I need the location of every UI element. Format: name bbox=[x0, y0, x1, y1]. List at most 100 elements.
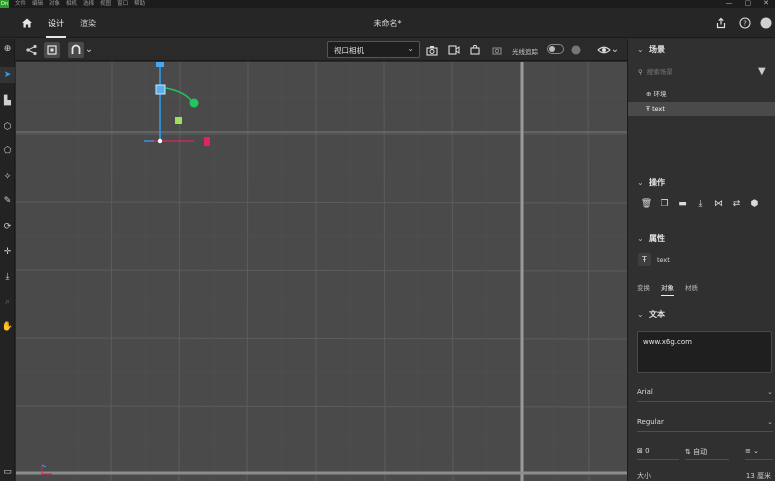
chevron-down-icon: ⌄ bbox=[637, 234, 644, 243]
close-icon[interactable]: ✕ bbox=[763, 0, 769, 7]
scene-search-input[interactable]: ⚲ 搜索场景 bbox=[638, 66, 748, 78]
camera-move-icon[interactable] bbox=[467, 42, 483, 58]
menu-select[interactable]: 选择 bbox=[83, 0, 94, 8]
tab-object[interactable]: 对象 bbox=[661, 282, 674, 296]
font-family-select[interactable]: Arial ⌄ bbox=[637, 388, 773, 402]
viewport-canvas[interactable] bbox=[16, 62, 627, 481]
maximize-icon[interactable]: ▢ bbox=[745, 0, 752, 7]
globe-icon: ⊕ bbox=[646, 90, 652, 98]
scene-item-environment[interactable]: ⊕ 环境 bbox=[628, 87, 775, 101]
gizmo-rotate-handle[interactable] bbox=[189, 98, 199, 108]
size-value[interactable]: 13 厘米 bbox=[746, 471, 771, 481]
chart-tool-icon[interactable]: ▙ bbox=[0, 93, 15, 109]
rotate-tool-icon[interactable]: ⟳ bbox=[0, 219, 15, 235]
camera-view-icon[interactable] bbox=[446, 42, 462, 58]
render-preview-icon[interactable] bbox=[568, 42, 584, 58]
text-section-header[interactable]: ⌄ 文本 bbox=[637, 309, 665, 320]
raytrace-label: 光线追踪 bbox=[512, 48, 538, 56]
panel-toggle-icon[interactable]: ▭ bbox=[0, 464, 15, 480]
menu-file[interactable]: 文件 bbox=[15, 0, 26, 8]
add-icon[interactable]: ⊕ bbox=[0, 41, 15, 57]
selected-object: Ŧ text bbox=[638, 253, 670, 266]
menu-bar: Dn 文件 编辑 对象 相机 选择 视图 窗口 帮助 — ▢ ✕ bbox=[0, 0, 775, 8]
frame-select-icon[interactable] bbox=[44, 42, 60, 58]
tab-transform[interactable]: 变换 bbox=[637, 282, 650, 296]
tracking-icon: ⊠ bbox=[637, 447, 643, 455]
scene-item-text[interactable]: Ŧ text bbox=[628, 102, 775, 116]
3d-viewport[interactable] bbox=[16, 62, 627, 481]
select-tool-icon[interactable]: ➤ bbox=[0, 67, 15, 83]
tab-material[interactable]: 材质 bbox=[685, 282, 698, 296]
move-tool-icon[interactable]: ✛ bbox=[0, 244, 15, 260]
operations-section-header[interactable]: ⌄ 操作 bbox=[637, 177, 665, 188]
gizmo-origin[interactable] bbox=[157, 138, 163, 144]
transform-gizmo[interactable] bbox=[144, 62, 210, 146]
minor-grid bbox=[16, 62, 627, 481]
zoom-tool-icon[interactable]: ⌕ bbox=[0, 294, 15, 310]
text-object-icon: Ŧ bbox=[646, 105, 650, 113]
chevron-down-icon: ⌄ bbox=[767, 388, 773, 396]
spacing-row: ⊠ 0 ⇅ 自动 ≡ ⌄ bbox=[637, 447, 775, 461]
scene-graph-icon[interactable] bbox=[24, 42, 40, 58]
leading-icon: ⇅ bbox=[685, 448, 691, 456]
gizmo-rotation-arc[interactable] bbox=[165, 87, 193, 103]
help-icon[interactable]: ? bbox=[739, 17, 751, 29]
camera-icon[interactable] bbox=[424, 42, 440, 58]
swap-icon[interactable]: ⇄ bbox=[730, 198, 743, 211]
menu-camera[interactable]: 相机 bbox=[66, 0, 77, 8]
pan-hand-icon[interactable]: ✋ bbox=[0, 319, 15, 335]
menu-edit[interactable]: 编辑 bbox=[32, 0, 43, 8]
mirror-icon[interactable]: ⋈ bbox=[712, 198, 725, 211]
align-center-icon: ≡ bbox=[745, 447, 751, 455]
drop-to-ground-icon[interactable]: ⤓ bbox=[0, 269, 15, 285]
filter-icon[interactable]: ▼ bbox=[758, 66, 766, 77]
drop-to-floor-icon[interactable]: ⤓ bbox=[694, 198, 707, 211]
menu-view[interactable]: 视图 bbox=[100, 0, 111, 8]
pen-tool-icon[interactable]: ✎ bbox=[0, 193, 15, 209]
alignment-select[interactable]: ≡ ⌄ bbox=[745, 447, 773, 460]
operations-toolbar: 🗑 ❐ ▬ ⤓ ⋈ ⇄ ⬢ bbox=[640, 198, 761, 211]
account-icon[interactable] bbox=[760, 17, 772, 29]
duplicate-icon[interactable]: ❐ bbox=[658, 198, 671, 211]
snap-magnet-icon[interactable] bbox=[68, 42, 84, 58]
svg-text:?: ? bbox=[743, 20, 747, 28]
share-icon[interactable] bbox=[715, 17, 727, 29]
leading-field[interactable]: ⇅ 自动 bbox=[685, 447, 729, 460]
tracking-field[interactable]: ⊠ 0 bbox=[637, 447, 679, 460]
gizmo-y-handle[interactable] bbox=[156, 62, 164, 67]
magic-wand-icon[interactable]: ✧ bbox=[0, 169, 15, 185]
menu-window[interactable]: 窗口 bbox=[117, 0, 128, 8]
camera-reset-icon[interactable] bbox=[489, 42, 505, 58]
chevron-down-icon: ⌄ bbox=[637, 310, 644, 319]
chevron-down-icon: ⌄ bbox=[407, 44, 414, 53]
scene-section-header[interactable]: ⌄ 场景 bbox=[637, 44, 665, 55]
font-style-select[interactable]: Regular ⌄ bbox=[637, 418, 773, 432]
raytrace-toggle[interactable] bbox=[547, 44, 564, 54]
delete-icon[interactable]: 🗑 bbox=[640, 198, 653, 211]
snap-options-chevron-icon[interactable]: ⌄ bbox=[84, 42, 94, 58]
right-panel: ⌄ 场景 ⚲ 搜索场景 ▼ ⊕ 环境 Ŧ text ⌄ 操作 🗑 ❐ ▬ ⤓ ⋈ ⇄ … bbox=[627, 39, 775, 481]
viewport-toolbar: ⌄ 视口相机 ⌄ 光线追踪 ⌄ bbox=[0, 39, 627, 61]
chevron-down-icon: ⌄ bbox=[767, 418, 773, 426]
visibility-chevron-icon[interactable]: ⌄ bbox=[610, 42, 620, 58]
properties-section-header[interactable]: ⌄ 属性 bbox=[637, 233, 665, 244]
cube-tool-icon[interactable]: ⬡ bbox=[0, 119, 15, 135]
property-subtabs: 变换 对象 材质 bbox=[637, 282, 698, 296]
document-title: 未命名* bbox=[373, 19, 402, 28]
shape-tool-icon[interactable]: ⬠ bbox=[0, 143, 15, 159]
menu-object[interactable]: 对象 bbox=[49, 0, 60, 8]
menu-help[interactable]: 帮助 bbox=[134, 0, 145, 8]
text-object-icon: Ŧ bbox=[638, 253, 651, 266]
camera-select[interactable]: 视口相机 ⌄ bbox=[327, 41, 420, 58]
title-bar: 设计 渲染 未命名* ? bbox=[0, 8, 775, 38]
window-controls: — ▢ ✕ bbox=[726, 0, 770, 7]
app-logo: Dn bbox=[0, 0, 9, 8]
group-folder-icon[interactable]: ▬ bbox=[676, 198, 689, 211]
cube-icon[interactable]: ⬢ bbox=[748, 198, 761, 211]
gizmo-scale-handle[interactable] bbox=[155, 84, 166, 95]
gizmo-x-handle[interactable] bbox=[204, 137, 210, 146]
minimize-icon[interactable]: — bbox=[726, 0, 733, 7]
chevron-down-icon: ⌄ bbox=[637, 178, 644, 187]
text-content-field[interactable]: www.x6g.com bbox=[637, 331, 772, 373]
gizmo-plane-handle[interactable] bbox=[175, 117, 182, 124]
